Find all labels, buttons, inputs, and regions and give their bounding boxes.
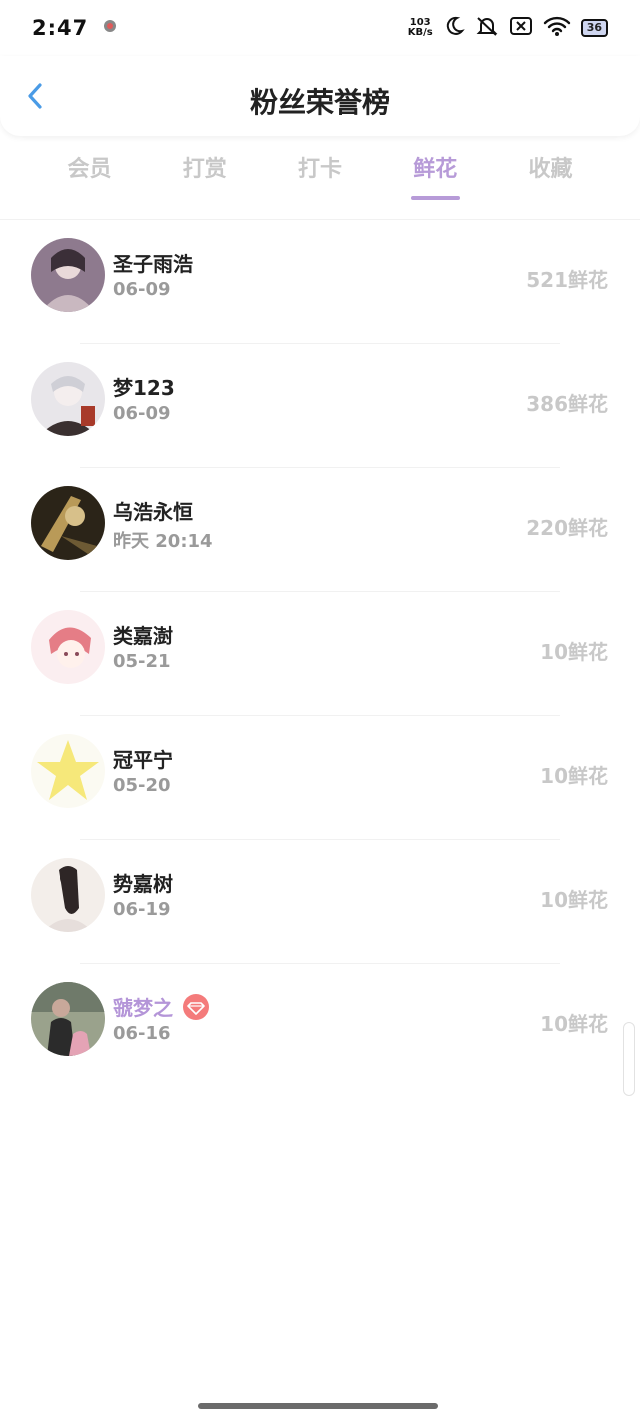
page-title: 粉丝荣誉榜 xyxy=(249,86,390,119)
avatar[interactable] xyxy=(31,982,105,1056)
flower-count: 10鲜花 xyxy=(540,764,608,788)
user-name: 梦123 xyxy=(113,376,175,400)
tab-members[interactable]: 会员 xyxy=(32,150,147,200)
home-indicator[interactable] xyxy=(198,1403,438,1409)
flower-count: 10鲜花 xyxy=(540,1012,608,1036)
avatar[interactable] xyxy=(31,486,105,560)
gift-date: 06-09 xyxy=(113,279,171,300)
tab-favorites[interactable]: 收藏 xyxy=(493,150,608,200)
diamond-badge-icon xyxy=(183,993,209,1020)
list-item[interactable]: 圣子雨浩 06-09 521鲜花 xyxy=(31,220,608,344)
flower-count: 386鲜花 xyxy=(526,392,608,416)
avatar[interactable] xyxy=(31,858,105,932)
tab-flowers[interactable]: 鲜花 xyxy=(378,150,493,200)
tab-bar: 会员 打赏 打卡 鲜花 收藏 xyxy=(32,150,608,200)
flower-count: 10鲜花 xyxy=(540,640,608,664)
user-name: 势嘉树 xyxy=(113,872,173,896)
avatar[interactable] xyxy=(31,734,105,808)
list-item[interactable]: 势嘉树 06-19 10鲜花 xyxy=(31,840,608,964)
list-item[interactable]: 梦123 06-09 386鲜花 xyxy=(31,344,608,468)
flower-count: 220鲜花 xyxy=(526,516,608,540)
list-item[interactable]: 类嘉澍 05-21 10鲜花 xyxy=(31,592,608,716)
user-name: 乌浩永恒 xyxy=(113,500,193,524)
app-header: 粉丝荣誉榜 xyxy=(0,56,640,136)
gift-date: 昨天 20:14 xyxy=(113,531,213,552)
moon-icon xyxy=(443,15,465,41)
list-item[interactable]: 乌浩永恒 昨天 20:14 220鲜花 xyxy=(31,468,608,592)
tab-rewards[interactable]: 打赏 xyxy=(147,150,262,200)
gift-date: 06-09 xyxy=(113,403,171,424)
flower-count: 10鲜花 xyxy=(540,888,608,912)
notification-icon xyxy=(102,18,118,38)
flower-count: 521鲜花 xyxy=(526,268,608,292)
list-item[interactable]: 虢梦之 06-16 10鲜花 xyxy=(31,964,608,1087)
avatar[interactable] xyxy=(31,610,105,684)
user-name: 虢梦之 xyxy=(113,996,173,1020)
gift-date: 06-16 xyxy=(113,1023,171,1044)
battery-icon: 36 xyxy=(580,19,608,37)
gift-date: 06-19 xyxy=(113,899,171,920)
tab-checkin[interactable]: 打卡 xyxy=(263,150,378,200)
fan-ranking-list: 圣子雨浩 06-09 521鲜花 梦123 06-09 386鲜花 乌浩永恒 昨… xyxy=(0,219,640,1087)
status-time: 2:47 xyxy=(32,16,89,40)
net-speed-unit: KB/s xyxy=(407,27,433,38)
list-item[interactable]: 冠平宁 05-20 10鲜花 xyxy=(31,716,608,840)
user-name: 冠平宁 xyxy=(113,748,173,772)
avatar[interactable] xyxy=(31,362,105,436)
status-left: 2:47 xyxy=(32,16,118,40)
mute-icon xyxy=(475,15,499,41)
scrollbar[interactable] xyxy=(623,1022,635,1096)
no-sim-icon xyxy=(509,16,533,40)
net-speed: 103 KB/s xyxy=(408,18,433,38)
gift-date: 05-21 xyxy=(113,651,171,672)
gift-date: 05-20 xyxy=(113,775,171,796)
user-name: 类嘉澍 xyxy=(113,624,173,648)
wifi-icon xyxy=(543,15,571,41)
avatar[interactable] xyxy=(31,238,105,312)
status-bar: 2:47 103 KB/s 36 xyxy=(0,0,640,56)
user-name: 圣子雨浩 xyxy=(113,252,193,276)
status-right: 103 KB/s 36 xyxy=(408,15,608,41)
user-name-vip: 虢梦之 xyxy=(113,992,209,1021)
